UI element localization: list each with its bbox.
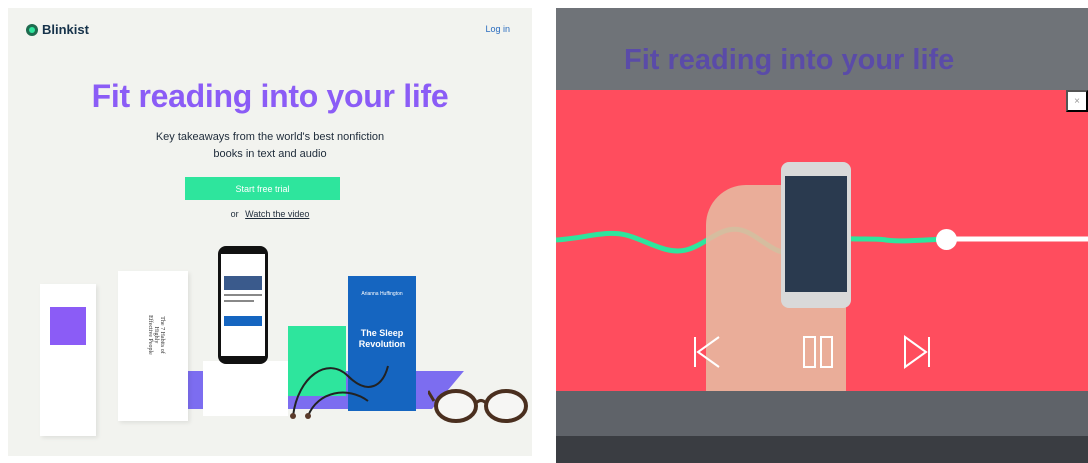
modal-phone — [781, 162, 851, 308]
logo-text: Blinkist — [42, 22, 89, 37]
phone-screen — [221, 254, 265, 356]
glasses-icon — [428, 389, 528, 423]
scrubber-handle[interactable] — [936, 229, 957, 250]
screenshot-root: Blinkist Log in Fit reading into your li… — [0, 0, 1088, 463]
skip-next-icon[interactable] — [902, 335, 932, 369]
video-player[interactable]: × — [556, 90, 1088, 391]
hero-illustration: The 7 Habits of Highly Effective People … — [8, 236, 532, 456]
dimmed-page-title: Fit reading into your life — [624, 44, 955, 76]
book-seven-habits-title: The 7 Habits of Highly Effective People — [147, 315, 165, 355]
book-sleep-revolution-author: Arianna Huffington — [361, 291, 403, 297]
subtitle-line-1: Key takeaways from the world's best nonf… — [155, 131, 385, 143]
watch-video-row: or Watch the video — [8, 209, 532, 219]
logo[interactable]: Blinkist — [26, 22, 89, 37]
page-title: Fit reading into your life — [91, 78, 449, 114]
dimmed-bottom-bar — [556, 436, 1088, 463]
display-box — [203, 361, 288, 416]
pause-icon[interactable] — [802, 335, 834, 369]
video-modal-view: Fit reading into your life × — [556, 8, 1088, 463]
phone-device — [218, 246, 268, 364]
book-purple-tab — [50, 307, 86, 345]
book-seven-habits: The 7 Habits of Highly Effective People — [118, 271, 188, 421]
earphones-icon — [290, 365, 389, 419]
start-free-trial-button[interactable]: Start free trial — [185, 177, 340, 200]
book-white-left — [40, 284, 96, 436]
login-link[interactable]: Log in — [485, 24, 510, 34]
or-text: or — [230, 209, 239, 219]
blinkist-logo-icon — [26, 23, 38, 36]
watch-video-link[interactable]: Watch the video — [245, 209, 309, 219]
subtitle: Key takeaways from the world's best nonf… — [8, 129, 532, 163]
subtitle-line-2: books in text and audio — [213, 148, 327, 160]
modal-phone-screen — [785, 176, 847, 292]
skip-previous-icon[interactable] — [692, 335, 722, 369]
landing-page: Blinkist Log in Fit reading into your li… — [8, 8, 532, 456]
